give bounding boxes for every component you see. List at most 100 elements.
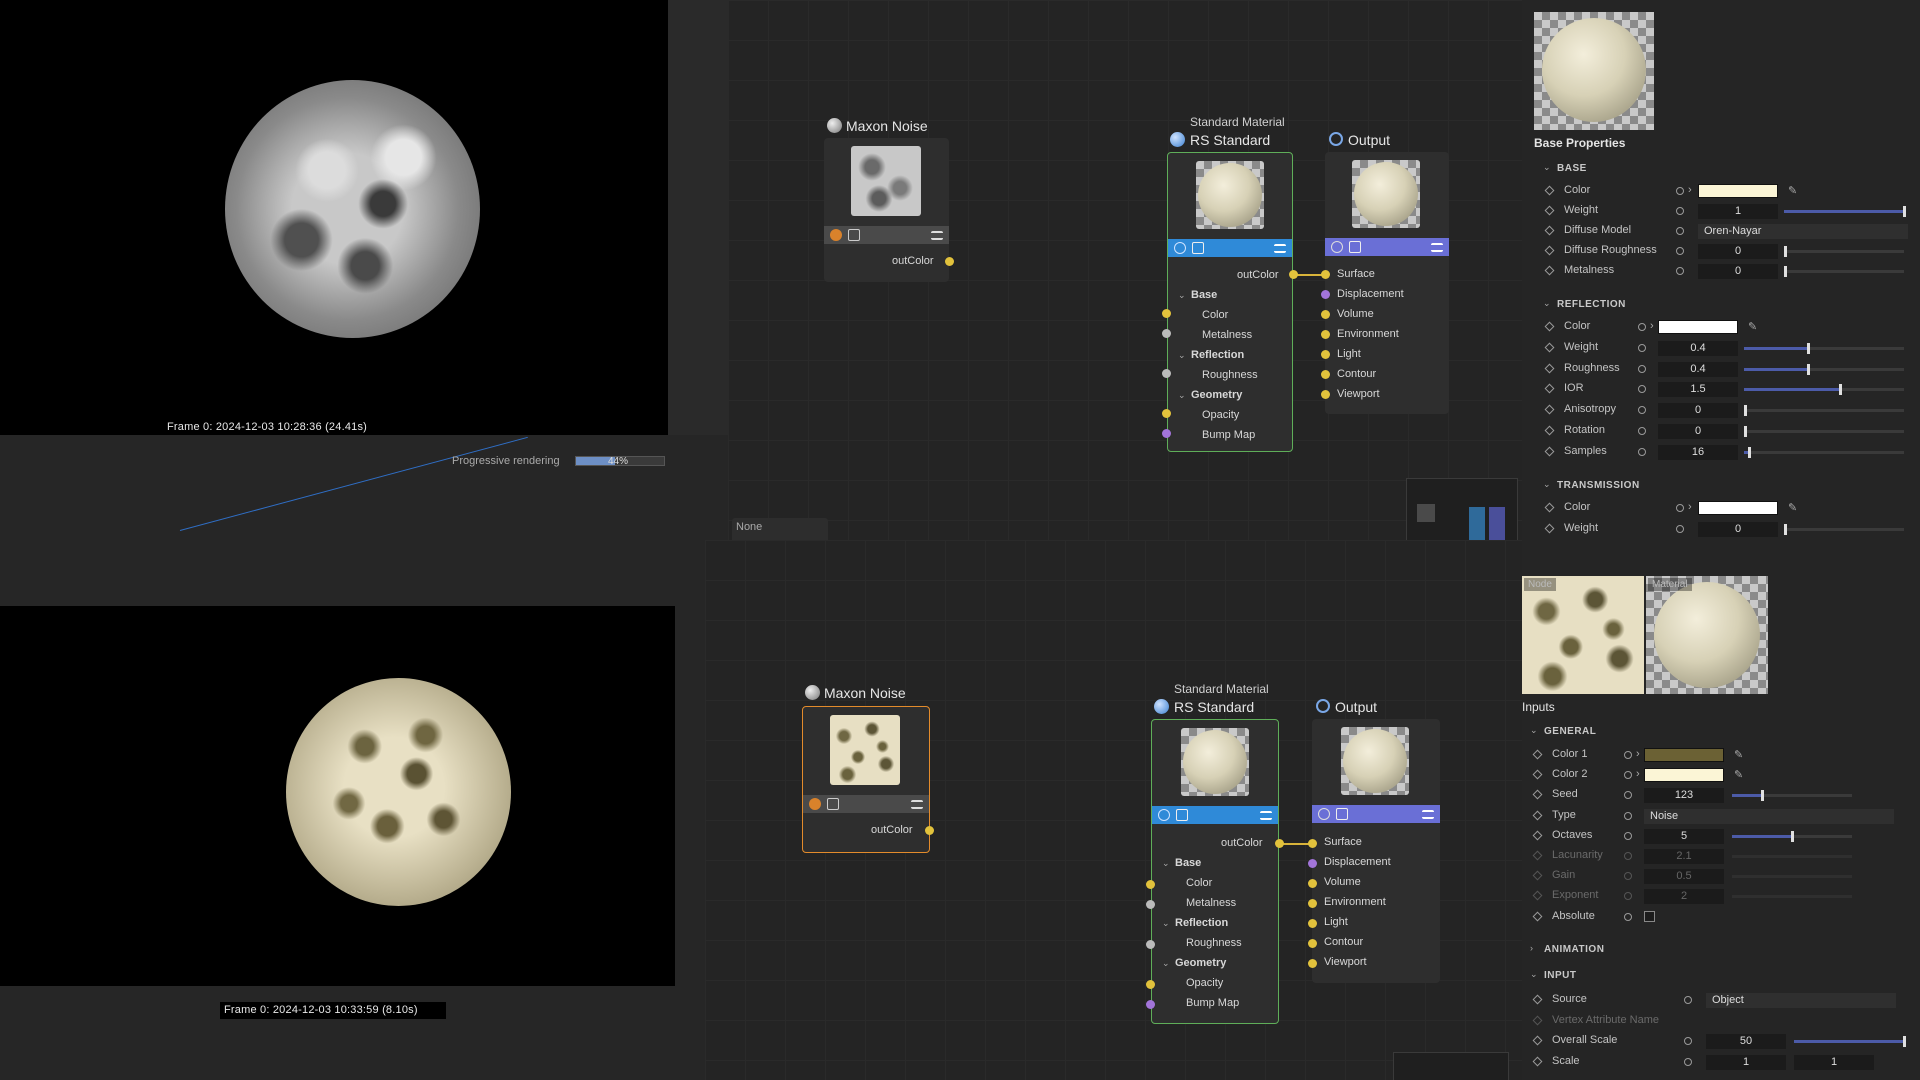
port-metalness[interactable]: Metalness xyxy=(1186,897,1236,909)
slider-samples[interactable] xyxy=(1744,446,1904,458)
chevron-down-icon[interactable]: ⌄ xyxy=(1178,390,1186,401)
keyframe-diamond-icon[interactable] xyxy=(1544,363,1555,374)
slider-weight[interactable] xyxy=(1784,523,1904,535)
menu-icon[interactable] xyxy=(911,799,923,809)
slider-knob[interactable] xyxy=(1784,266,1787,277)
port-bump-map[interactable]: Bump Map xyxy=(1202,429,1255,441)
slider-knob[interactable] xyxy=(1903,206,1906,217)
animate-circle-icon[interactable] xyxy=(1684,1057,1692,1066)
keyframe-diamond-icon[interactable] xyxy=(1544,383,1555,394)
port-viewport[interactable]: Viewport xyxy=(1324,956,1367,968)
slider-rotation[interactable] xyxy=(1744,426,1904,437)
slider-gain[interactable] xyxy=(1732,875,1852,879)
chevron-down-icon[interactable]: ⌄ xyxy=(1162,858,1170,869)
menu-icon[interactable] xyxy=(1431,242,1443,252)
keyframe-diamond-icon[interactable] xyxy=(1544,523,1555,533)
eyedropper-icon[interactable]: ✎ xyxy=(1788,501,1797,514)
eyedropper-icon[interactable]: ✎ xyxy=(1748,320,1757,333)
maxon-noise-out-port[interactable] xyxy=(925,826,934,835)
redshift-icon[interactable] xyxy=(1331,241,1343,253)
port-light[interactable]: Light xyxy=(1337,348,1361,360)
field-type[interactable]: Noise xyxy=(1644,808,1894,824)
port-surface[interactable]: Surface xyxy=(1324,836,1362,848)
output-port-volume[interactable] xyxy=(1308,879,1317,888)
port-dot-opacity[interactable] xyxy=(1146,980,1155,989)
field-diffuse-roughness[interactable]: 0 xyxy=(1698,244,1778,259)
output-port-environment[interactable] xyxy=(1321,330,1330,339)
output-port-surface[interactable] xyxy=(1321,270,1330,279)
port-bump-map[interactable]: Bump Map xyxy=(1186,997,1239,1009)
eyedropper-icon[interactable]: ✎ xyxy=(1734,748,1743,761)
section-header[interactable]: BASE xyxy=(1557,163,1587,174)
maxon-noise-node[interactable]: outColor xyxy=(802,706,930,853)
color-swatch-color-2[interactable] xyxy=(1644,768,1724,783)
slider-knob[interactable] xyxy=(1744,426,1747,437)
section-header[interactable]: ANIMATION xyxy=(1544,944,1604,955)
output-node[interactable]: Surface Displacement Volume Environment … xyxy=(1312,719,1440,983)
animate-circle-icon[interactable] xyxy=(1624,751,1632,759)
keyframe-diamond-icon[interactable] xyxy=(1544,245,1555,256)
field-gain[interactable]: 0.5 xyxy=(1644,869,1724,885)
color-swatch-color[interactable] xyxy=(1698,184,1778,198)
field-octaves[interactable]: 5 xyxy=(1644,828,1724,844)
slider-knob[interactable] xyxy=(1807,342,1810,354)
field-overall-scale[interactable]: 50 xyxy=(1706,1034,1786,1049)
field-weight[interactable]: 1 xyxy=(1698,204,1778,219)
output-port-contour[interactable] xyxy=(1308,939,1317,948)
keyframe-diamond-icon[interactable] xyxy=(1532,749,1543,760)
node-navigator[interactable] xyxy=(1393,1052,1509,1080)
slider-octaves[interactable] xyxy=(1732,830,1852,842)
keyframe-diamond-icon[interactable] xyxy=(1532,789,1543,800)
keyframe-diamond-icon[interactable] xyxy=(1532,850,1543,861)
render-view-bottom[interactable] xyxy=(0,606,675,986)
checkbox-absolute[interactable] xyxy=(1644,910,1655,922)
animate-circle-icon[interactable] xyxy=(1638,323,1646,331)
port-displacement[interactable]: Displacement xyxy=(1324,856,1391,868)
rs-standard-node[interactable]: outColor Base ⌄ Color Metalness Reflecti… xyxy=(1167,152,1293,452)
animate-circle-icon[interactable] xyxy=(1638,447,1646,456)
slider-metalness[interactable] xyxy=(1784,266,1904,277)
animate-circle-icon[interactable] xyxy=(1638,385,1646,394)
keyframe-diamond-icon[interactable] xyxy=(1532,994,1543,1005)
eyedropper-icon[interactable]: ✎ xyxy=(1734,768,1743,781)
slider-ior[interactable] xyxy=(1744,384,1904,396)
keyframe-diamond-icon[interactable] xyxy=(1532,870,1543,881)
slider-knob[interactable] xyxy=(1784,523,1787,535)
shader-icon[interactable] xyxy=(809,798,821,810)
port-contour[interactable]: Contour xyxy=(1324,936,1363,948)
output-node[interactable]: Surface Displacement Volume Environment … xyxy=(1325,152,1449,414)
field-lacunarity[interactable]: 2.1 xyxy=(1644,849,1724,864)
field-weight[interactable]: 0 xyxy=(1698,521,1778,537)
image-icon[interactable] xyxy=(1349,241,1361,253)
section-header[interactable]: INPUT xyxy=(1544,970,1577,981)
rs-standard-out-port[interactable] xyxy=(1289,270,1298,279)
render-view[interactable]: Frame 0: 2024-12-03 10:28:36 (24.41s) xyxy=(0,0,668,435)
rs-standard-node[interactable]: outColor Base ⌄ Color Metalness Reflecti… xyxy=(1151,719,1279,1024)
keyframe-diamond-icon[interactable] xyxy=(1544,265,1555,276)
field-ior[interactable]: 1.5 xyxy=(1658,382,1738,398)
field-metalness[interactable]: 0 xyxy=(1698,264,1778,279)
image-icon[interactable] xyxy=(1176,809,1188,821)
slider-knob[interactable] xyxy=(1807,363,1810,375)
slider-overall-scale[interactable] xyxy=(1794,1036,1906,1047)
animate-circle-icon[interactable] xyxy=(1638,406,1646,415)
maxon-noise-node[interactable]: outColor xyxy=(824,138,949,282)
port-dot-metalness[interactable] xyxy=(1162,329,1171,338)
field-seed[interactable]: 123 xyxy=(1644,788,1724,804)
keyframe-diamond-icon[interactable] xyxy=(1544,225,1555,236)
port-roughness[interactable]: Roughness xyxy=(1186,937,1242,949)
port-opacity[interactable]: Opacity xyxy=(1202,409,1239,421)
keyframe-diamond-icon[interactable] xyxy=(1544,185,1555,196)
output-port-contour[interactable] xyxy=(1321,370,1330,379)
port-environment[interactable]: Environment xyxy=(1337,328,1399,340)
slider-exponent[interactable] xyxy=(1732,895,1852,899)
image-icon[interactable] xyxy=(848,229,860,241)
port-reflection[interactable]: Reflection xyxy=(1175,917,1228,929)
animate-circle-icon[interactable] xyxy=(1684,996,1692,1004)
maxon-noise-out-port[interactable] xyxy=(945,257,954,266)
chevron-down-icon[interactable]: ⌄ xyxy=(1162,918,1170,929)
keyframe-diamond-icon[interactable] xyxy=(1532,1056,1543,1066)
animate-circle-icon[interactable] xyxy=(1624,852,1632,860)
animate-circle-icon[interactable] xyxy=(1676,227,1684,235)
field-samples[interactable]: 16 xyxy=(1658,444,1738,460)
